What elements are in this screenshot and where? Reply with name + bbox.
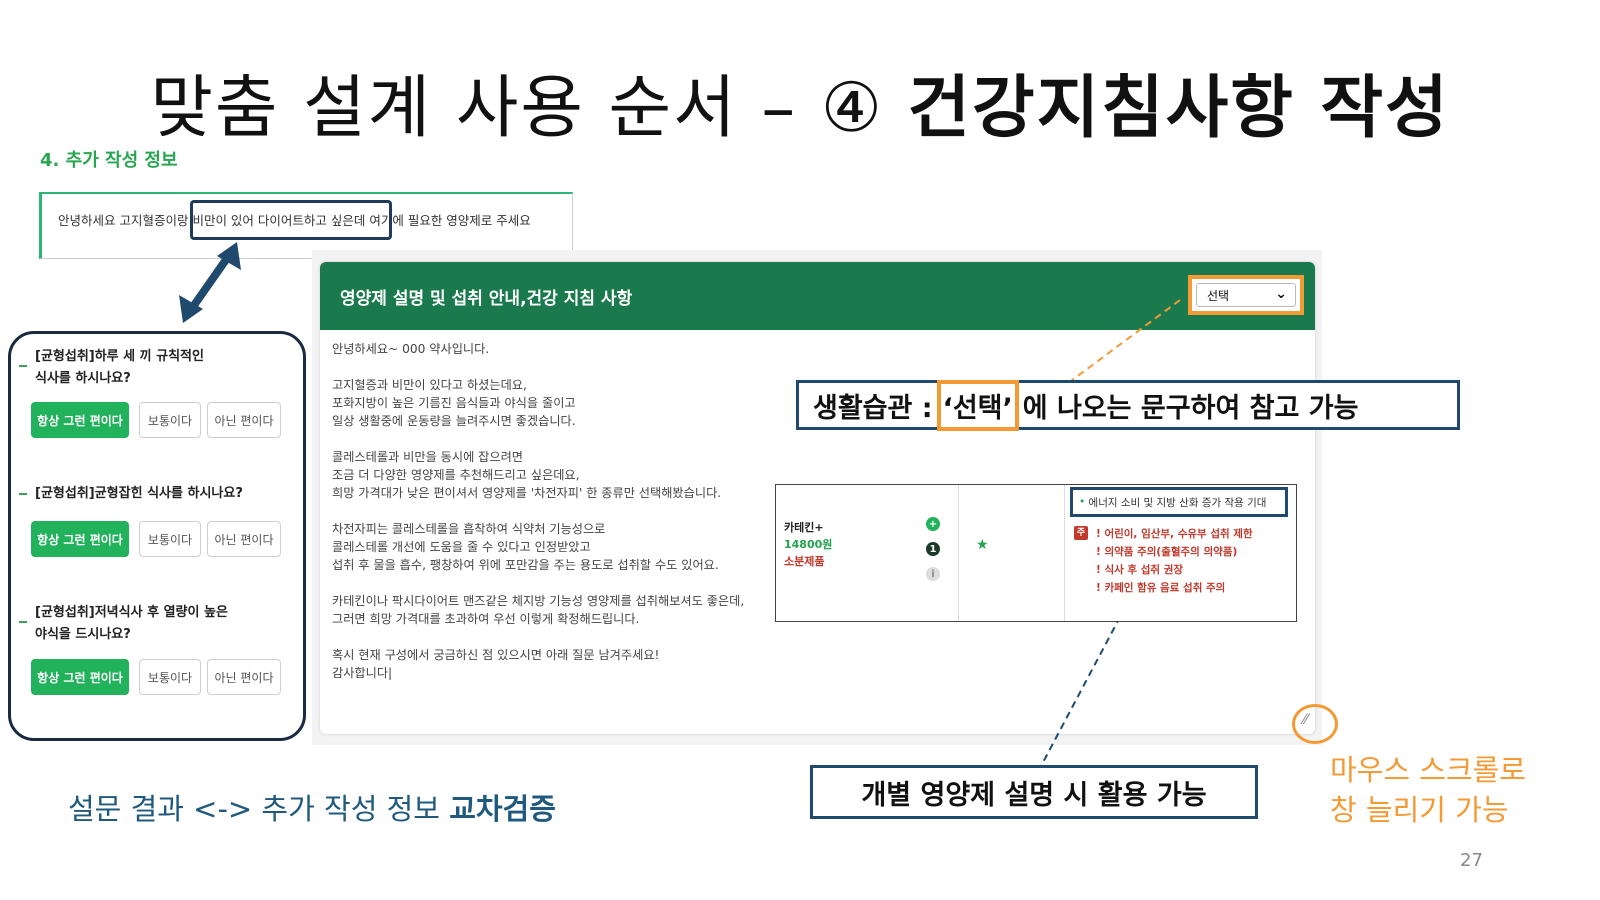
product-effect-text: 에너지 소비 및 지방 산화 증가 작용 기대 <box>1088 496 1267 509</box>
count-badge: 1 <box>926 542 940 556</box>
callout-habit: 생활습관 : ‘선택’ 에 나오는 문구하여 참고 가능 <box>796 379 1460 431</box>
product-effect: • 에너지 소비 및 지방 산화 증가 작용 기대 <box>1070 487 1288 517</box>
callout-habit-prefix: 생활습관 : <box>813 392 933 424</box>
bullet-icon: • <box>1079 496 1089 508</box>
resize-handle-icon[interactable]: ⁄⁄ <box>1303 712 1308 728</box>
callout-habit-suffix: 에 나오는 문구하여 참고 가능 <box>1022 392 1359 424</box>
resize-note-line1: 마우스 스크롤로 <box>1330 753 1526 787</box>
product-card: 카테킨+ 14800원 소분제품 + 1 i ★ • 에너지 소비 및 지방 산… <box>775 484 1297 622</box>
warning-item: ! 카페인 함유 음료 섭취 주의 <box>1096 582 1226 594</box>
star-icon: ★ <box>976 537 989 553</box>
add-icon[interactable]: + <box>926 517 940 531</box>
bottom-caption: 설문 결과 <-> 추가 작성 정보 교차검증 <box>68 786 556 828</box>
resize-note: 마우스 스크롤로 창 늘리기 가능 <box>1330 750 1526 830</box>
product-info: 카테킨+ 14800원 소분제품 <box>784 519 832 570</box>
resize-highlight-circle <box>1292 704 1338 744</box>
product-tag: 소분제품 <box>784 555 825 568</box>
card-divider <box>1064 485 1065 621</box>
callout-habit-highlight: ‘선택’ <box>936 379 1019 431</box>
card-divider <box>958 485 959 621</box>
resize-note-line2: 창 늘리기 가능 <box>1330 793 1509 827</box>
callout-individual: 개별 영양제 설명 시 활용 가능 <box>810 765 1258 819</box>
warning-item: ! 의약품 주의(출혈주의 의약품) <box>1096 546 1238 558</box>
info-icon[interactable]: i <box>926 567 940 581</box>
product-price: 14800원 <box>784 538 833 551</box>
warning-item: ! 어린이, 임산부, 수유부 섭취 제한 <box>1096 528 1253 540</box>
caption-plain: 설문 결과 <-> 추가 작성 정보 <box>68 792 450 826</box>
warning-item: ! 식사 후 섭취 권장 <box>1096 564 1184 576</box>
page-number: 27 <box>1460 850 1483 871</box>
product-warnings: 주 ! 어린이, 임산부, 수유부 섭취 제한 ! 의약품 주의(출혈주의 의약… <box>1074 525 1253 597</box>
caption-bold: 교차검증 <box>449 792 556 826</box>
product-name: 카테킨+ <box>784 521 824 534</box>
warning-badge: 주 <box>1074 526 1088 540</box>
